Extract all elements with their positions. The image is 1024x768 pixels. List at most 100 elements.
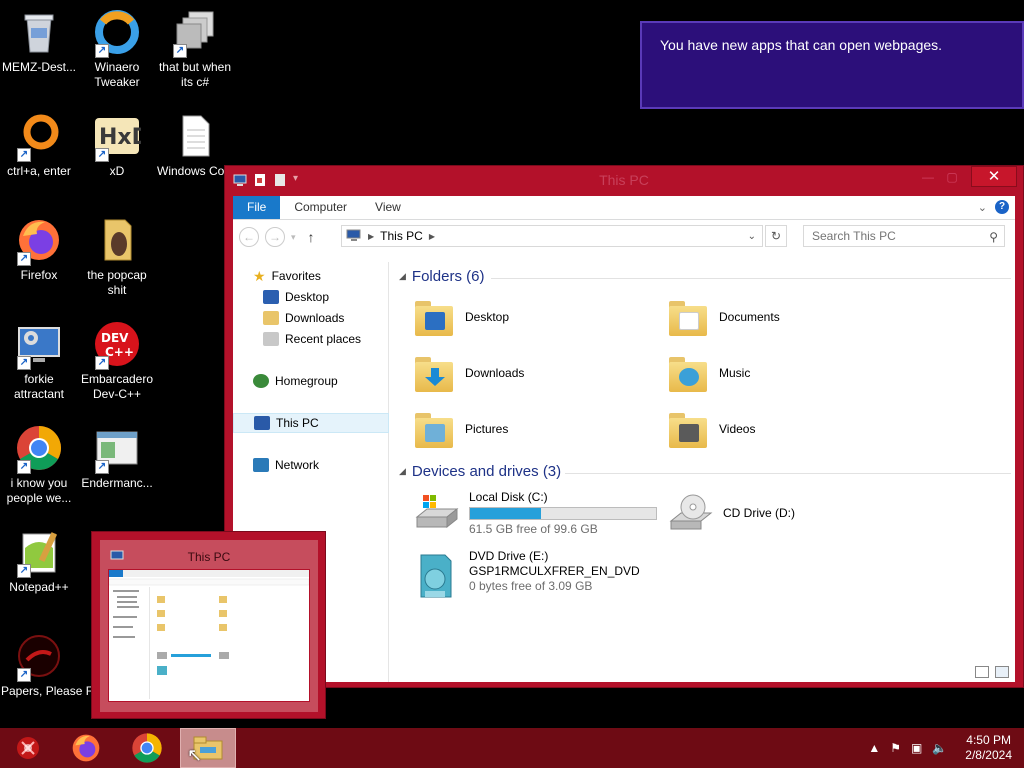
volume-muted-icon[interactable]: 🔈 xyxy=(932,741,947,755)
desktop-icon-notepadpp[interactable]: ↗ Notepad++ xyxy=(1,522,77,595)
forward-button[interactable]: → xyxy=(265,227,285,247)
collapse-icon[interactable]: ◢ xyxy=(399,466,406,477)
shortcut-arrow-icon: ↗ xyxy=(17,460,31,474)
taskbar-file-explorer[interactable]: ↖ xyxy=(180,728,236,768)
nav-homegroup[interactable]: Homegroup xyxy=(253,371,389,391)
drive-cd-d[interactable]: CD Drive (D:) xyxy=(667,486,795,540)
desktop-icon-windows-compat[interactable]: Windows Compatibili... xyxy=(157,106,278,179)
nav-recent-places[interactable]: Recent places xyxy=(263,329,399,349)
folder-desktop[interactable]: Desktop xyxy=(413,292,509,342)
computer-icon xyxy=(254,416,270,430)
desktop-icon-xd[interactable]: HxD ↗ xD xyxy=(79,106,155,179)
shortcut-arrow-icon: ↗ xyxy=(95,460,109,474)
search-input[interactable] xyxy=(812,229,982,243)
desktop-icon-memz[interactable]: MEMZ-Dest... xyxy=(1,2,77,75)
tab-computer[interactable]: Computer xyxy=(280,196,361,219)
taskbar-thumbnail-preview[interactable]: This PC xyxy=(91,531,326,719)
breadcrumb-this-pc[interactable]: This PC xyxy=(380,229,423,243)
nav-this-pc[interactable]: This PC xyxy=(233,413,389,433)
recent-locations-icon[interactable]: ▾ xyxy=(291,232,296,243)
desktop-icon-endermanch[interactable]: ↗ Endermanc... xyxy=(79,418,155,491)
show-hidden-icons-icon[interactable]: ▲ xyxy=(868,741,880,755)
desktop-icon-firefox[interactable]: ↗ Firefox xyxy=(1,210,77,283)
clock[interactable]: 4:50 PM 2/8/2024 xyxy=(965,733,1012,763)
desktop-icon-chrome[interactable]: ↗ i know you people we... xyxy=(1,418,77,506)
folder-documents[interactable]: Documents xyxy=(667,292,780,342)
ring-icon: ↗ xyxy=(15,112,63,162)
folder-music[interactable]: Music xyxy=(667,348,750,398)
group-folders[interactable]: ◢ Folders (6) xyxy=(399,268,1011,285)
downloads-icon xyxy=(263,311,279,325)
start-orb-icon xyxy=(17,737,39,759)
taskbar-chrome[interactable] xyxy=(119,728,175,768)
pictures-folder-icon xyxy=(413,408,455,450)
nav-favorites[interactable]: ★ Favorites xyxy=(253,266,389,286)
explorer-window[interactable]: ▾ This PC — ▢ ✕ File Computer View ⌄ ? ←… xyxy=(224,165,1024,688)
hxd-icon: HxD ↗ xyxy=(93,112,150,162)
thumbnail-title: This PC xyxy=(187,550,231,564)
group-devices-drives[interactable]: ◢ Devices and drives (3) xyxy=(399,463,1011,480)
shortcut-arrow-icon: ↗ xyxy=(95,148,109,162)
drive-usage-fill xyxy=(470,507,541,519)
monitor-gear-icon: ↗ xyxy=(15,320,63,370)
nav-desktop[interactable]: Desktop xyxy=(263,287,399,307)
svg-text:C++: C++ xyxy=(105,345,134,359)
star-icon: ★ xyxy=(253,268,266,284)
search-box[interactable]: ⚲ xyxy=(803,225,1005,247)
expand-ribbon-icon[interactable]: ⌄ xyxy=(978,201,987,214)
details-view-icon[interactable] xyxy=(975,666,989,678)
collapse-icon[interactable]: ◢ xyxy=(399,271,406,282)
close-button[interactable]: ✕ xyxy=(971,166,1017,187)
app-notification[interactable]: You have new apps that can open webpages… xyxy=(640,21,1024,109)
downloads-folder-icon xyxy=(413,352,455,394)
homegroup-icon xyxy=(253,374,269,388)
tab-view[interactable]: View xyxy=(361,196,415,219)
desktop-icon-winaero[interactable]: ↗ Winaero Tweaker xyxy=(79,2,155,90)
desktop-icon-forkie[interactable]: ↗ forkie attractant xyxy=(1,314,77,402)
up-button[interactable]: ↑ xyxy=(308,229,315,245)
desktop-icon-devcpp[interactable]: DEV C++ ↗ Embarcadero Dev-C++ xyxy=(79,314,155,402)
title-bar[interactable]: ▾ This PC — ▢ ✕ xyxy=(225,166,1023,196)
folder-pictures[interactable]: Pictures xyxy=(413,404,508,454)
local-disk-icon xyxy=(413,493,459,533)
window-icon: ↗ xyxy=(93,424,141,474)
drive-dvd-e[interactable]: DVD Drive (E:) GSP1RMCULXFRER_EN_DVD 0 b… xyxy=(413,542,640,600)
notepadpp-icon: ↗ xyxy=(15,528,63,578)
clock-date: 2/8/2024 xyxy=(965,748,1012,762)
folder-videos[interactable]: Videos xyxy=(667,404,755,454)
dvd-drive-icon xyxy=(413,551,459,598)
address-dropdown-icon[interactable]: ⌄ xyxy=(748,231,756,242)
back-button[interactable]: ← xyxy=(239,227,259,247)
action-center-flag-icon[interactable]: ⚑ xyxy=(890,741,901,755)
ribbon-tabs: File Computer View ⌄ ? xyxy=(233,196,1015,220)
desktop-icon-papers-please[interactable]: ↗ Papers, Please Fo... xyxy=(1,626,110,699)
recycle-bin-icon xyxy=(15,8,63,56)
drive-local-disk-c[interactable]: Local Disk (C:) 61.5 GB free of 99.6 GB xyxy=(413,486,657,540)
search-icon[interactable]: ⚲ xyxy=(989,227,998,247)
desktop-icon-popcap[interactable]: the popcap shit xyxy=(79,210,155,298)
help-icon[interactable]: ? xyxy=(995,200,1009,214)
maximize-button[interactable]: ▢ xyxy=(939,170,965,186)
group-divider xyxy=(565,473,1011,474)
refresh-button[interactable]: ↻ xyxy=(765,225,787,247)
folder-downloads[interactable]: Downloads xyxy=(413,348,524,398)
popcap-folder-icon xyxy=(93,216,141,264)
minimize-button[interactable]: — xyxy=(915,170,941,186)
content-pane: ◢ Folders (6) Desktop Documents Download… xyxy=(389,262,1015,682)
tab-file[interactable]: File xyxy=(233,196,281,219)
desktop-icon-ctrl-a[interactable]: ↗ ctrl+a, enter xyxy=(1,106,77,179)
nav-network[interactable]: Network xyxy=(253,455,389,475)
shortcut-arrow-icon: ↗ xyxy=(17,148,31,162)
network-icon[interactable]: ▣ xyxy=(911,741,922,755)
desktop-icon-csharp[interactable]: ↗ that but when its c# xyxy=(157,2,233,90)
large-icons-view-icon[interactable] xyxy=(995,666,1009,678)
drive-name: DVD Drive (E:) xyxy=(469,548,549,563)
address-box[interactable]: ▶ This PC ▶ ⌄ xyxy=(341,225,763,247)
nav-downloads[interactable]: Downloads xyxy=(263,308,399,328)
breadcrumb-chevron-icon[interactable]: ▶ xyxy=(429,232,435,241)
breadcrumb-chevron-icon[interactable]: ▶ xyxy=(368,232,374,241)
taskbar-firefox[interactable] xyxy=(58,728,114,768)
mouse-cursor-icon: ↖ xyxy=(187,745,203,765)
videos-folder-icon xyxy=(667,408,709,450)
start-button[interactable] xyxy=(0,728,56,768)
